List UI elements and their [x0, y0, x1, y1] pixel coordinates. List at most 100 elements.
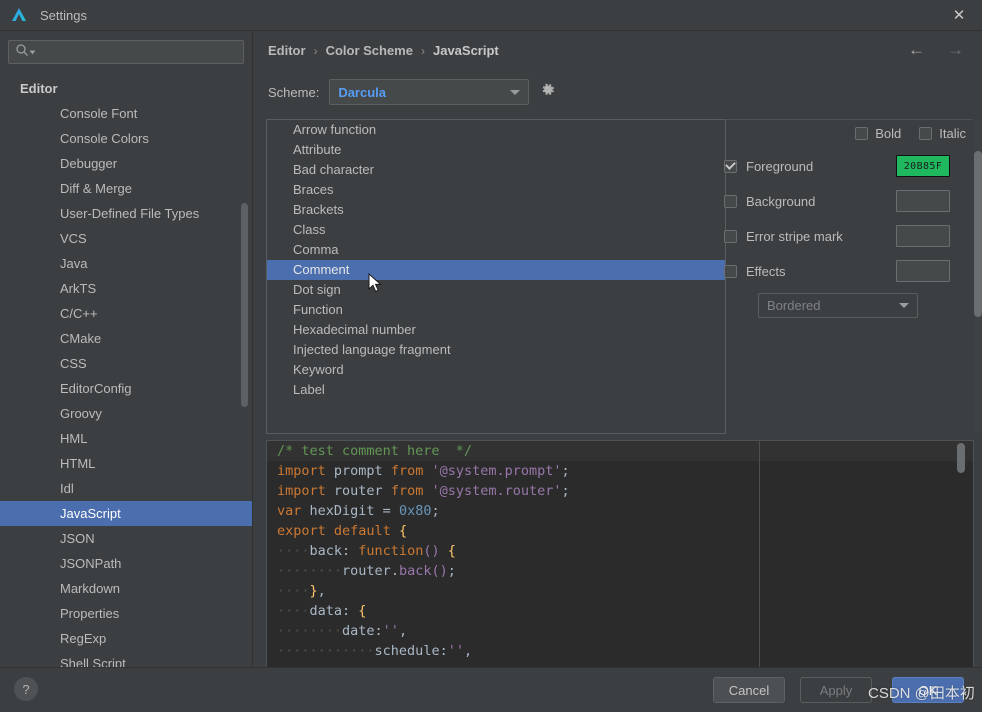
sidebar-item-idl[interactable]: Idl: [0, 476, 252, 501]
apply-button[interactable]: Apply: [800, 677, 872, 703]
code-token: '': [447, 643, 464, 659]
sidebar-item-label: Java: [60, 256, 88, 271]
attribute-item-injected-language-fragment[interactable]: Injected language fragment: [267, 340, 725, 360]
code-token: import: [277, 463, 326, 479]
background-color-swatch[interactable]: [896, 190, 950, 212]
attribute-list[interactable]: Arrow function Attribute Bad character Brac…: [266, 119, 726, 434]
sidebar-root-editor[interactable]: Editor: [0, 76, 252, 101]
attribute-item-brackets[interactable]: Brackets: [267, 200, 725, 220]
sidebar-item-regexp[interactable]: RegExp: [0, 626, 252, 651]
sidebar-item-css[interactable]: CSS: [0, 351, 252, 376]
search-dropdown-icon[interactable]: [29, 43, 36, 61]
gear-icon[interactable]: [539, 81, 556, 103]
chevron-down-icon: [510, 89, 521, 95]
foreground-checkbox[interactable]: [724, 159, 737, 173]
breadcrumb-separator-icon: ›: [420, 43, 425, 58]
sidebar-item-markdown[interactable]: Markdown: [0, 576, 252, 601]
sidebar-item-html[interactable]: HTML: [0, 451, 252, 476]
breadcrumb-item-editor[interactable]: Editor: [268, 43, 306, 58]
attribute-item-dot-sign[interactable]: Dot sign: [267, 280, 725, 300]
attribute-item-hexadecimal-number[interactable]: Hexadecimal number: [267, 320, 725, 340]
sidebar-scrollbar[interactable]: [241, 203, 248, 407]
sidebar-item-c-c[interactable]: C/C++: [0, 301, 252, 326]
effect-type-dropdown[interactable]: Bordered: [758, 293, 918, 318]
code-token: hexDigit =: [301, 503, 399, 519]
code-preview[interactable]: /* test comment here */ import prompt fro…: [266, 440, 974, 680]
attribute-item-class[interactable]: Class: [267, 220, 725, 240]
code-token: ;: [431, 503, 440, 519]
attribute-item-label: Keyword: [293, 362, 344, 377]
close-icon[interactable]: ✕: [936, 0, 982, 30]
ok-button[interactable]: OK: [892, 677, 964, 703]
sidebar-item-debugger[interactable]: Debugger: [0, 151, 252, 176]
attribute-item-label[interactable]: Label: [267, 380, 725, 400]
search-input[interactable]: [40, 45, 237, 59]
settings-content-panel: Editor › Color Scheme › JavaScript ← → S…: [258, 31, 982, 680]
attribute-item-arrow-function[interactable]: Arrow function: [267, 120, 725, 140]
bold-checkbox-pair[interactable]: Bold: [855, 126, 901, 141]
error-stripe-mark-color-swatch[interactable]: [896, 225, 950, 247]
sidebar-item-label: HTML: [60, 456, 96, 471]
bold-checkbox[interactable]: [855, 127, 869, 140]
italic-checkbox[interactable]: [919, 127, 933, 140]
arrow-left-icon[interactable]: ←: [908, 41, 925, 58]
cancel-button[interactable]: Cancel: [713, 677, 785, 703]
sidebar-item-json[interactable]: JSON: [0, 526, 252, 551]
italic-checkbox-pair[interactable]: Italic: [919, 126, 966, 141]
effects-color-swatch[interactable]: [896, 260, 950, 282]
breadcrumb-item-javascript[interactable]: JavaScript: [433, 43, 499, 58]
code-token: router: [342, 563, 391, 579]
attribute-item-bad-character[interactable]: Bad character: [267, 160, 725, 180]
sidebar-item-properties[interactable]: Properties: [0, 601, 252, 626]
sidebar-item-label: HML: [60, 431, 88, 446]
sidebar-item-diff-merge[interactable]: Diff & Merge: [0, 176, 252, 201]
sidebar-item-console-font[interactable]: Console Font: [0, 101, 252, 126]
settings-sidebar: Editor Console Font Console Colors Debugge…: [0, 31, 252, 667]
attribute-item-comment[interactable]: Comment: [267, 260, 725, 280]
sidebar-item-user-defined-file-types[interactable]: User-Defined File Types: [0, 201, 252, 226]
preview-scrollbar[interactable]: [957, 443, 965, 473]
attribute-item-function[interactable]: Function: [267, 300, 725, 320]
sidebar-item-label: Console Colors: [60, 131, 149, 146]
background-label: Background: [746, 193, 816, 209]
scheme-dropdown[interactable]: Darcula: [329, 79, 530, 105]
deveco-logo-icon: [10, 6, 28, 24]
attribute-item-attribute[interactable]: Attribute: [267, 140, 725, 160]
apply-label: Apply: [819, 682, 853, 698]
error-stripe-mark-checkbox[interactable]: [724, 229, 737, 243]
foreground-color-swatch[interactable]: 20B85F: [896, 155, 950, 177]
effect-type-value: Bordered: [767, 298, 821, 313]
sidebar-item-hml[interactable]: HML: [0, 426, 252, 451]
breadcrumb-item-color-scheme[interactable]: Color Scheme: [326, 43, 413, 58]
sidebar-item-vcs[interactable]: VCS: [0, 226, 252, 251]
code-token: ········: [277, 623, 343, 639]
code-line: ········router.back();: [267, 561, 973, 581]
background-checkbox[interactable]: [724, 194, 737, 208]
code-token: '': [382, 623, 399, 639]
sidebar-item-jsonpath[interactable]: JSONPath: [0, 551, 252, 576]
foreground-label: Foreground: [746, 158, 814, 174]
effects-checkbox[interactable]: [724, 264, 737, 278]
code-token: ····: [277, 583, 310, 599]
attribute-list-scrollbar[interactable]: [974, 151, 982, 317]
sidebar-item-cmake[interactable]: CMake: [0, 326, 252, 351]
attribute-item-comma[interactable]: Comma: [267, 240, 725, 260]
window-title: Settings: [40, 7, 87, 23]
sidebar-item-groovy[interactable]: Groovy: [0, 401, 252, 426]
code-token: back: [398, 563, 432, 579]
sidebar-item-editorconfig[interactable]: EditorConfig: [0, 376, 252, 401]
code-token: ············: [277, 643, 375, 659]
search-box[interactable]: [8, 40, 244, 64]
sidebar-item-shell-script[interactable]: Shell Script: [0, 651, 252, 667]
sidebar-item-java[interactable]: Java: [0, 251, 252, 276]
sidebar-item-javascript[interactable]: JavaScript: [0, 501, 252, 526]
scheme-row: Scheme: Darcula: [268, 79, 556, 105]
attribute-item-keyword[interactable]: Keyword: [267, 360, 725, 380]
sidebar-item-console-colors[interactable]: Console Colors: [0, 126, 252, 151]
attribute-item-braces[interactable]: Braces: [267, 180, 725, 200]
code-token: /* test comment here */: [277, 443, 473, 459]
arrow-right-icon[interactable]: →: [947, 41, 964, 58]
attribute-item-label: Injected language fragment: [293, 342, 451, 357]
sidebar-item-arkts[interactable]: ArkTS: [0, 276, 252, 301]
help-icon[interactable]: ?: [14, 677, 38, 701]
